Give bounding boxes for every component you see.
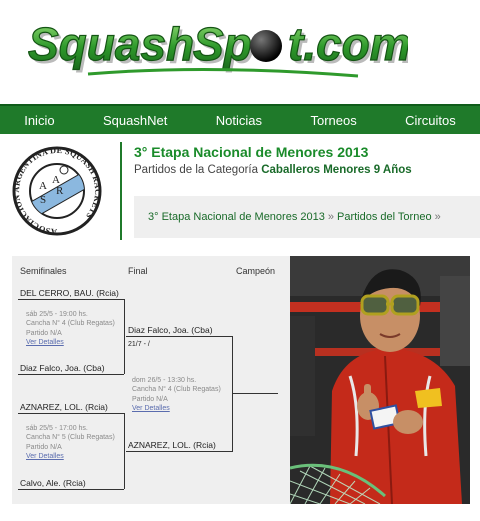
semifinal-1-info: sáb 25/5 - 19:00 hs. Cancha N° 4 (Club R… bbox=[26, 311, 115, 347]
semifinal-1-top-player: DEL CERRO, BAU. (Rcia) bbox=[20, 288, 119, 298]
bracket-line bbox=[124, 413, 125, 489]
semifinal-2-bottom-player: Calvo, Ale. (Rcia) bbox=[20, 478, 86, 488]
breadcrumb-matches[interactable]: Partidos del Torneo bbox=[337, 211, 432, 223]
bracket-line bbox=[18, 374, 124, 375]
nav-squashnet[interactable]: SquashNet bbox=[97, 113, 173, 128]
nav-inicio[interactable]: Inicio bbox=[18, 113, 60, 128]
svg-text:R: R bbox=[56, 185, 64, 197]
breadcrumb-separator: » bbox=[434, 211, 441, 223]
category-name: Caballeros Menores 9 Años bbox=[261, 164, 412, 176]
svg-text:S: S bbox=[40, 194, 46, 206]
subtitle-prefix: Partidos de la Categoría bbox=[134, 164, 259, 176]
breadcrumb-separator: » bbox=[327, 211, 334, 223]
final-details-link[interactable]: Ver Detalles bbox=[132, 404, 221, 413]
bracket-line bbox=[18, 299, 124, 300]
bracket-line bbox=[124, 299, 125, 374]
semifinal-2-details-link[interactable]: Ver Detalles bbox=[26, 452, 115, 461]
semifinal-1-bottom-player: Diaz Falco, Joa. (Cba) bbox=[20, 363, 105, 373]
logo-graphic: Squash Squash Sp Sp t.com t.com bbox=[27, 17, 414, 78]
final-score: 21/7 - / bbox=[128, 341, 150, 348]
final-top-player: Diaz Falco, Joa. (Cba) bbox=[128, 325, 213, 335]
header-semifinales: Semifinales bbox=[20, 266, 67, 276]
nav-torneos[interactable]: Torneos bbox=[304, 113, 362, 128]
main-nav: Inicio SquashNet Noticias Torneos Circui… bbox=[0, 104, 480, 134]
svg-text:t.com: t.com bbox=[288, 18, 408, 70]
page-subtitle: Partidos de la Categoría Caballeros Meno… bbox=[134, 164, 480, 176]
nav-noticias[interactable]: Noticias bbox=[210, 113, 268, 128]
svg-text:A: A bbox=[39, 180, 47, 192]
svg-text:Sp: Sp bbox=[193, 18, 252, 70]
bracket-line bbox=[126, 336, 232, 337]
final-bottom-player: AZNAREZ, LOL. (Rcia) bbox=[128, 440, 216, 450]
header-divider bbox=[120, 142, 122, 240]
page-header: 3° Etapa Nacional de Menores 2013 Partid… bbox=[134, 144, 480, 176]
svg-text:Squash: Squash bbox=[28, 18, 194, 70]
breadcrumb: 3° Etapa Nacional de Menores 2013 » Part… bbox=[134, 196, 480, 238]
squashspot-logo[interactable]: Squash Squash Sp Sp t.com t.com bbox=[27, 14, 414, 84]
page-title: 3° Etapa Nacional de Menores 2013 bbox=[134, 144, 369, 160]
semifinal-2-top-player: AZNAREZ, LOL. (Rcia) bbox=[20, 402, 108, 412]
champion-line bbox=[232, 393, 278, 394]
header-campeon: Campeón bbox=[236, 266, 276, 276]
bracket-line bbox=[232, 336, 233, 452]
bracket-line bbox=[18, 413, 124, 414]
squash-ball-icon bbox=[250, 30, 282, 62]
header-final: Final bbox=[128, 266, 148, 276]
semifinal-1-details-link[interactable]: Ver Detalles bbox=[26, 338, 115, 347]
semifinal-2-info: sáb 25/5 - 17:00 hs. Cancha N° 5 (Club R… bbox=[26, 425, 115, 461]
bracket-line bbox=[126, 451, 232, 452]
association-logo: ASOCIACION ARGENTINA DE SQUASH RACKETS A… bbox=[12, 145, 102, 237]
nav-circuitos[interactable]: Circuitos bbox=[399, 113, 462, 128]
champion-photo bbox=[290, 256, 470, 504]
breadcrumb-tournament[interactable]: 3° Etapa Nacional de Menores 2013 bbox=[148, 211, 325, 223]
bracket-line bbox=[18, 489, 124, 490]
final-info: dom 26/5 - 13:30 hs. Cancha N° 4 (Club R… bbox=[132, 377, 221, 413]
